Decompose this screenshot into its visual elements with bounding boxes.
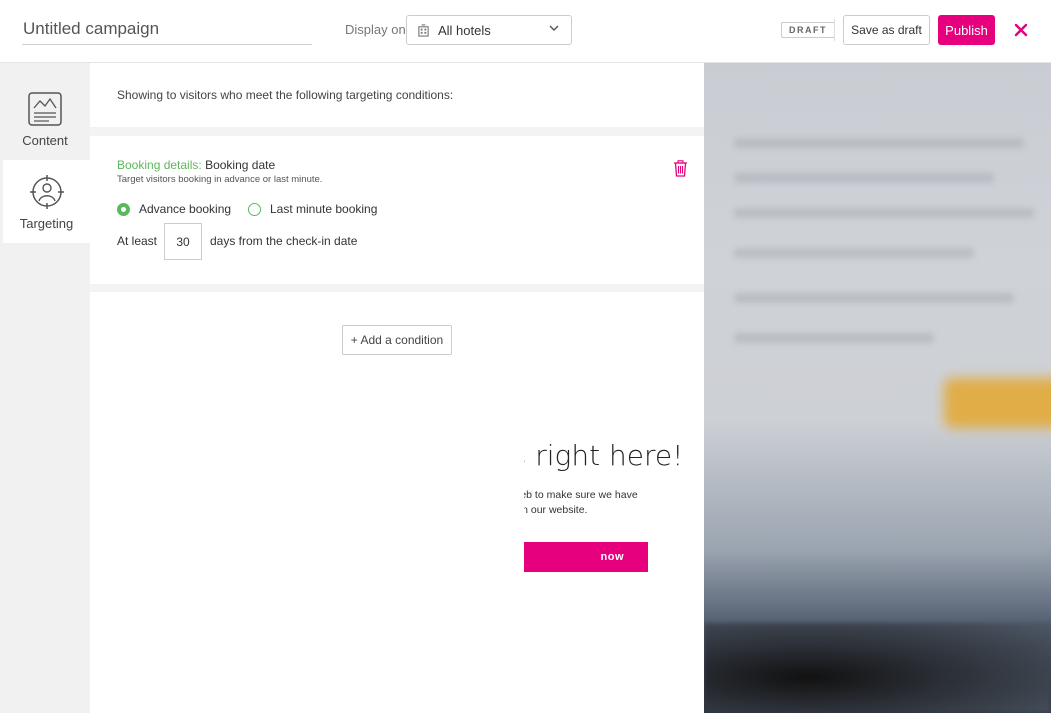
popup-title: is right here! [524, 439, 684, 472]
preview-blur-button [944, 378, 1051, 428]
popup-body: e web to make sure we have re on our web… [524, 489, 638, 516]
draft-status-badge: DRAFT [781, 22, 835, 38]
radio-selected-indicator [117, 202, 130, 216]
condition-name: Booking date [205, 158, 276, 172]
trash-icon[interactable] [673, 160, 688, 177]
radio-label: Advance booking [139, 202, 232, 216]
preview-blur-row [734, 173, 994, 183]
days-input[interactable] [164, 223, 202, 260]
building-icon [418, 23, 429, 37]
condition-title: Booking details: Booking date [117, 158, 275, 172]
divider [834, 19, 835, 41]
sidebar-item-targeting[interactable]: Targeting [3, 160, 90, 243]
condition-category: Booking details: [117, 158, 202, 172]
preview-blur-row [734, 208, 1034, 218]
radio-label: Last minute booking [270, 202, 378, 216]
radio-unselected-indicator [248, 202, 261, 216]
sidebar-item-content[interactable]: Content [0, 77, 90, 157]
campaign-preview [704, 63, 1051, 713]
content-icon [28, 92, 62, 126]
preview-blur-row [734, 333, 934, 343]
preview-blur-row [734, 293, 1014, 303]
popup-content: is right here! e web to make sure we hav… [524, 407, 704, 596]
sidebar: Content Targeting [0, 63, 90, 713]
targeting-icon [29, 175, 64, 209]
targeting-panel: Showing to visitors who meet the followi… [90, 63, 704, 713]
close-icon[interactable] [1012, 21, 1030, 39]
add-condition-button[interactable]: + Add a condition [342, 325, 452, 355]
radio-last-minute-booking[interactable]: Last minute booking [248, 202, 377, 216]
popup-cta-button: now [524, 542, 648, 572]
hotel-select[interactable]: All hotels [406, 15, 572, 45]
sidebar-item-label: Targeting [19, 216, 74, 231]
condition-description: Target visitors booking in advance or la… [117, 174, 323, 185]
campaign-name-input[interactable] [22, 14, 312, 45]
save-as-draft-button[interactable]: Save as draft [843, 15, 930, 45]
radio-advance-booking[interactable]: Advance booking [117, 202, 231, 216]
publish-button[interactable]: Publish [938, 15, 995, 45]
display-on-label: Display on [345, 22, 406, 37]
preview-blur-row [734, 138, 1024, 148]
hotel-select-value: All hotels [438, 22, 491, 38]
preview-dark-area [704, 623, 1051, 713]
at-least-label: At least [117, 234, 158, 248]
condition-card: Booking details: Booking date Target vis… [90, 136, 704, 284]
intro-text: Showing to visitors who meet the followi… [117, 88, 454, 102]
sidebar-item-label: Content [22, 133, 68, 148]
top-bar: Display on All hotels DRAFT Save as draf… [0, 0, 1051, 63]
days-suffix-label: days from the check-in date [210, 234, 358, 248]
preview-blur-row [734, 248, 974, 258]
popup-preview: is right here! e web to make sure we hav… [524, 407, 704, 596]
intro-card: Showing to visitors who meet the followi… [90, 63, 704, 127]
chevron-down-icon [549, 25, 559, 31]
